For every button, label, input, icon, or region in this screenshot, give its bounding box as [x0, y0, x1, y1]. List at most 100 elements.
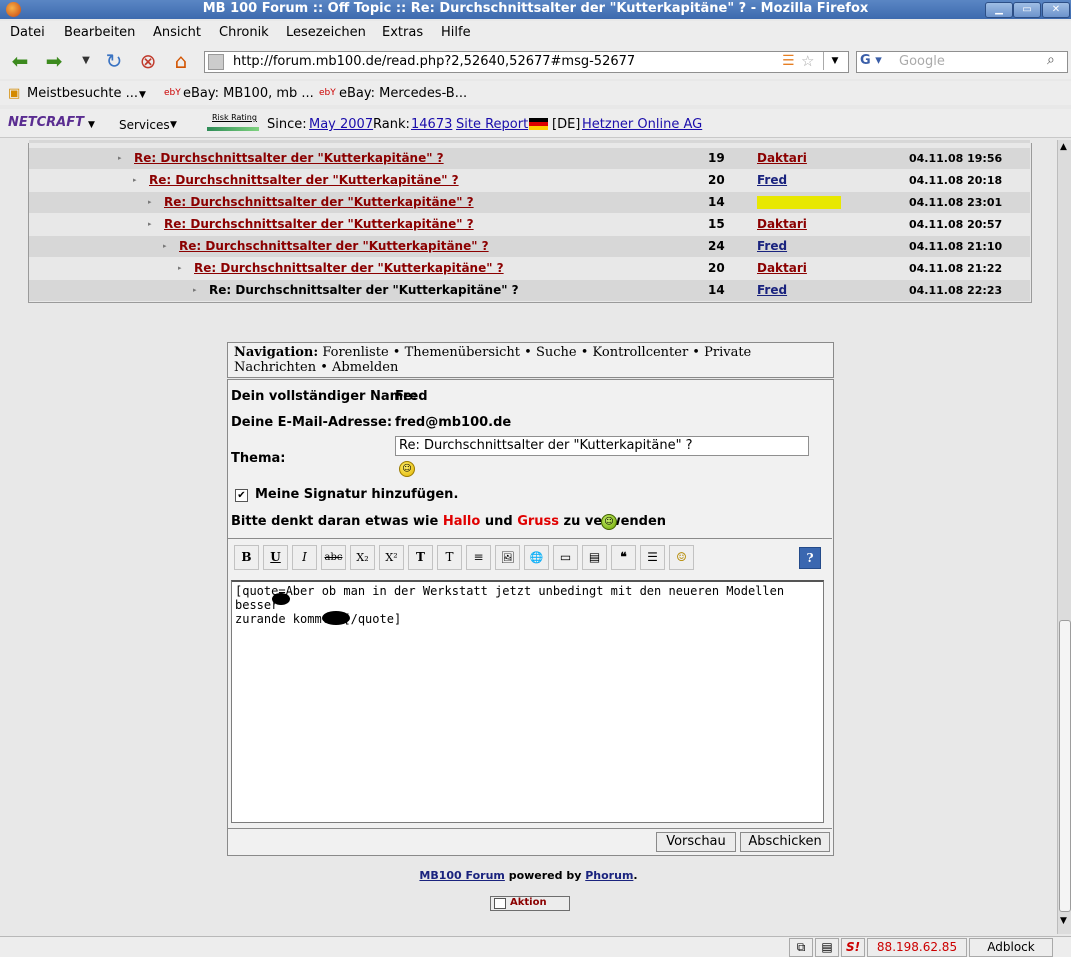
forward-icon[interactable]: ➡: [42, 49, 66, 73]
email-label: Deine E-Mail-Adresse:: [231, 415, 393, 430]
germany-flag-icon: [529, 118, 548, 130]
smiley-icon[interactable]: ☺: [669, 545, 694, 570]
nav-kontrollcenter[interactable]: Kontrollcenter: [593, 345, 689, 360]
thread-subject-link[interactable]: Re: Durchschnittsalter der "Kutterkapitä…: [194, 261, 504, 275]
text-color-icon[interactable]: T: [408, 545, 433, 570]
status-icon-3[interactable]: S!: [841, 938, 865, 957]
scroll-up-icon[interactable]: ▲: [1060, 142, 1067, 152]
underline-icon[interactable]: U: [263, 545, 288, 570]
bold-icon[interactable]: B: [234, 545, 259, 570]
adblock-button[interactable]: Adblock: [969, 938, 1053, 957]
italic-icon[interactable]: I: [292, 545, 317, 570]
subscript-icon[interactable]: X₂: [350, 545, 375, 570]
services-menu[interactable]: Services: [119, 118, 170, 132]
close-button[interactable]: ✕: [1042, 2, 1070, 18]
aktion-checkbox[interactable]: [494, 898, 506, 909]
host-link[interactable]: Hetzner Online AG: [582, 117, 702, 132]
thread-subject-link[interactable]: Re: Durchschnittsalter der "Kutterkapitä…: [164, 217, 474, 231]
bookmark-star-icon[interactable]: ☆: [801, 52, 814, 70]
footer-powered: powered by: [504, 869, 586, 882]
thread-author-link[interactable]: Daktari: [757, 151, 807, 165]
menu-hilfe[interactable]: Hilfe: [441, 25, 471, 40]
subject-input[interactable]: Re: Durchschnittsalter der "Kutterkapitä…: [395, 436, 809, 456]
google-engine-icon[interactable]: G ▾: [860, 53, 882, 68]
menu-chronik[interactable]: Chronik: [219, 25, 269, 40]
thread-author-link[interactable]: Fred: [757, 239, 787, 253]
submit-button[interactable]: Abschicken: [740, 832, 830, 852]
superscript-icon[interactable]: X²: [379, 545, 404, 570]
menu-datei[interactable]: Datei: [10, 25, 45, 40]
subject-smiley-icon[interactable]: ☺: [399, 461, 415, 477]
signature-checkbox[interactable]: ✔: [235, 489, 248, 502]
status-icon-1[interactable]: ⧉: [789, 938, 813, 957]
thread-row: ▸ Re: Durchschnittsalter der "Kutterkapi…: [29, 192, 1030, 213]
search-input[interactable]: Google: [899, 54, 945, 69]
subject-label: Thema:: [231, 451, 286, 466]
menu-lesezeichen[interactable]: Lesezeichen: [286, 25, 366, 40]
netcraft-menu-icon[interactable]: ▼: [88, 120, 95, 130]
message-textarea[interactable]: [quote=Aber ob man in der Werkstatt jetz…: [231, 580, 824, 823]
dropdown-icon[interactable]: ▼: [139, 90, 146, 100]
menu-ansicht[interactable]: Ansicht: [153, 25, 201, 40]
thread-count: 19: [708, 151, 725, 165]
email-icon[interactable]: ▭: [553, 545, 578, 570]
code-icon[interactable]: ▤: [582, 545, 607, 570]
netcraft-logo[interactable]: NETCRAFT: [8, 115, 84, 130]
thread-author-link[interactable]: Daktari: [757, 261, 807, 275]
thread-date: 04.11.08 23:01: [909, 196, 1003, 209]
maximize-button[interactable]: ▭: [1013, 2, 1041, 18]
history-dropdown-icon[interactable]: ▼: [74, 49, 98, 73]
menu-extras[interactable]: Extras: [382, 25, 423, 40]
thread-author-link[interactable]: Daktari: [757, 217, 807, 231]
menu-bearbeiten[interactable]: Bearbeiten: [64, 25, 135, 40]
site-report-link[interactable]: Site Report: [456, 117, 528, 132]
thread-author-highlight[interactable]: [757, 196, 841, 209]
footer-site-link[interactable]: MB100 Forum: [419, 869, 504, 882]
center-icon[interactable]: ≡: [466, 545, 491, 570]
thread-subject-link[interactable]: Re: Durchschnittsalter der "Kutterkapitä…: [164, 195, 474, 209]
search-box[interactable]: G ▾ Google ⌕: [856, 51, 1068, 73]
horizontal-rule-icon[interactable]: ☰: [640, 545, 665, 570]
search-icon[interactable]: ⌕: [1047, 52, 1055, 68]
url-dropdown-icon[interactable]: ▼: [823, 52, 846, 70]
thread-row: ▸ Re: Durchschnittsalter der "Kutterkapi…: [29, 148, 1030, 169]
thread-author-link[interactable]: Fred: [757, 173, 787, 187]
thread-subject-link[interactable]: Re: Durchschnittsalter der "Kutterkapitä…: [149, 173, 459, 187]
quote-icon[interactable]: ❝: [611, 545, 636, 570]
netcraft-toolbar: NETCRAFT ▼ Services ▼ Risk Rating Since:…: [0, 109, 1071, 138]
footer-phorum-link[interactable]: Phorum: [585, 869, 633, 882]
text-size-icon[interactable]: T: [437, 545, 462, 570]
since-link[interactable]: May 2007: [309, 117, 373, 132]
services-dropdown-icon[interactable]: ▼: [170, 120, 177, 130]
rank-link[interactable]: 14673: [411, 117, 452, 132]
nav-themenuebersicht[interactable]: Themenübersicht: [405, 345, 520, 360]
rss-icon[interactable]: ☰: [782, 53, 795, 69]
scrollbar-thumb[interactable]: [1059, 620, 1071, 912]
thread-subject-link[interactable]: Re: Durchschnittsalter der "Kutterkapitä…: [134, 151, 444, 165]
thread-bullet-icon: ▸: [163, 242, 167, 250]
reload-icon[interactable]: ↻: [102, 49, 126, 73]
strikethrough-icon[interactable]: abc: [321, 545, 346, 570]
bookmark-most-visited[interactable]: Meistbesuchte ...: [27, 86, 138, 101]
link-icon[interactable]: 🌐: [524, 545, 549, 570]
help-icon[interactable]: ?: [799, 547, 821, 569]
home-icon[interactable]: ⌂: [169, 49, 193, 73]
thread-date: 04.11.08 22:23: [909, 284, 1003, 297]
back-icon[interactable]: ⬅: [8, 49, 32, 73]
ebay-icon: ebY: [319, 88, 336, 98]
bookmark-ebay-mercedes[interactable]: eBay: Mercedes-B...: [339, 86, 467, 101]
stop-icon[interactable]: ⊗: [136, 49, 160, 73]
minimize-button[interactable]: ▁: [985, 2, 1013, 18]
image-icon[interactable]: 🖼: [495, 545, 520, 570]
status-icon-2[interactable]: ▤: [815, 938, 839, 957]
nav-suche[interactable]: Suche: [536, 345, 577, 360]
nav-forenliste[interactable]: Forenliste: [322, 345, 388, 360]
scroll-down-icon[interactable]: ▼: [1060, 916, 1067, 926]
nav-abmelden[interactable]: Abmelden: [332, 360, 398, 375]
thread-author-link[interactable]: Fred: [757, 283, 787, 297]
page-footer: MB100 Forum powered by Phorum.: [0, 869, 1057, 882]
thread-subject-link[interactable]: Re: Durchschnittsalter der "Kutterkapitä…: [179, 239, 489, 253]
aktion-button[interactable]: Aktion: [490, 896, 570, 911]
preview-button[interactable]: Vorschau: [656, 832, 736, 852]
bookmark-ebay-mb100[interactable]: eBay: MB100, mb ...: [183, 86, 314, 101]
